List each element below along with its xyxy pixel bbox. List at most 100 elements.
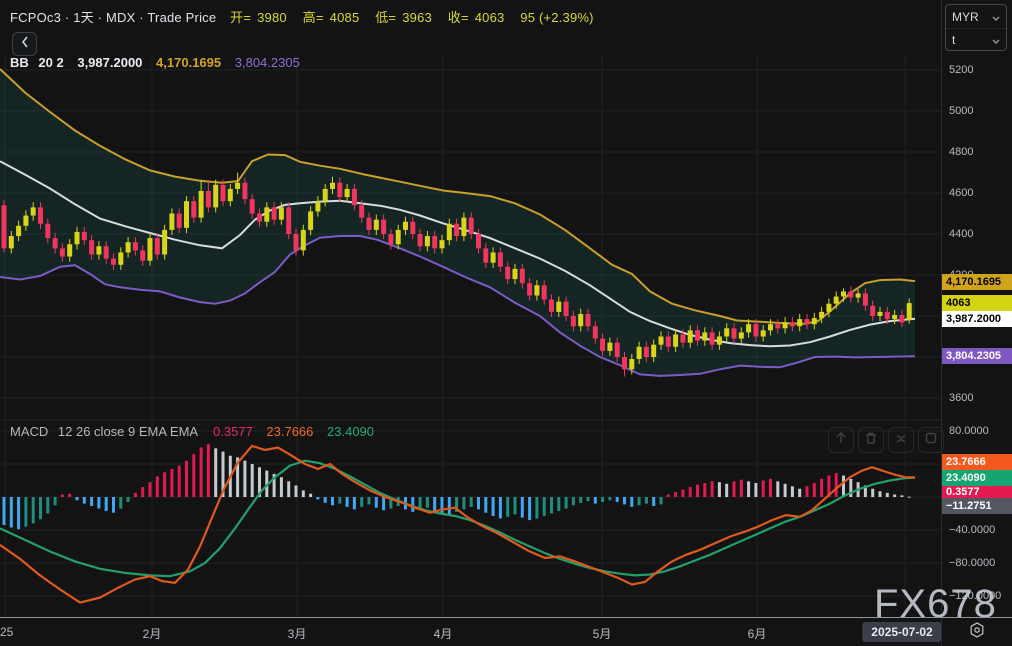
macd-histogram-bar [302, 490, 305, 497]
delete-pane-button[interactable] [858, 427, 884, 453]
candle-body [586, 314, 591, 326]
macd-histogram-bar [3, 497, 6, 525]
candle-body [352, 189, 357, 205]
candle-body [118, 252, 123, 264]
candle-body [454, 224, 459, 236]
candle-body [775, 324, 780, 328]
macd-histogram-bar [346, 497, 349, 507]
candle-body [374, 220, 379, 230]
macd-histogram-bar [499, 497, 502, 518]
price-axis[interactable]: 52005000480046004400420040003800360080.0… [941, 0, 1012, 617]
axis-price-tag: −11.2751 [942, 498, 1012, 514]
candle-body [177, 214, 182, 228]
candle-body [38, 207, 43, 223]
candle-body [403, 222, 408, 230]
time-axis[interactable]: 252月3月4月5月6月2025-07-02 [0, 617, 1012, 646]
candle-body [367, 218, 372, 230]
macd-histogram-bar [645, 497, 648, 504]
bb-indicator-legend[interactable]: BB 20 2 3,987.2000 4,170.1695 3,804.2305 [10, 55, 300, 70]
candle-body [330, 183, 335, 189]
macd-histogram-bar [638, 497, 641, 505]
candle-body [111, 259, 116, 265]
currency-dropdown[interactable]: MYR [946, 5, 1006, 28]
currency-value: MYR [952, 10, 979, 24]
collapse-pane-button[interactable] [888, 427, 914, 453]
candle-body [856, 293, 861, 297]
candle-body [169, 214, 174, 230]
macd-line-value: 23.7666 [266, 424, 313, 439]
move-pane-up-button[interactable] [828, 427, 854, 453]
macd-histogram-bar [243, 461, 246, 497]
candle-body [257, 214, 262, 222]
close-value: 收=4063 [448, 10, 511, 25]
macd-indicator-legend[interactable]: MACD 12 26 close 9 EMA EMA 0.3577 23.766… [10, 424, 374, 439]
candle-body [250, 199, 255, 213]
macd-histogram-bar [871, 489, 874, 497]
macd-histogram-bar [477, 497, 480, 509]
candle-body [885, 312, 890, 319]
macd-histogram-bar [886, 493, 889, 497]
macd-histogram-bar [535, 497, 538, 518]
candle-body [812, 318, 817, 324]
candle-body [191, 201, 196, 217]
candle-body [272, 207, 277, 219]
macd-histogram-bar [170, 469, 173, 497]
candle-body [264, 207, 269, 221]
macd-histogram-bar [39, 497, 42, 519]
trash-icon [864, 431, 878, 450]
macd-histogram-bar [375, 497, 378, 508]
back-button[interactable] [12, 32, 37, 56]
pane-controls [828, 427, 944, 453]
chart-canvas[interactable] [0, 0, 941, 617]
candle-body [23, 216, 28, 226]
axis-settings-corner[interactable] [941, 618, 1012, 646]
candle-body [629, 359, 634, 369]
macd-histogram-bar [725, 484, 728, 497]
macd-histogram-bar [185, 461, 188, 497]
macd-histogram-bar [426, 497, 429, 508]
candle-body [140, 250, 145, 260]
open-value: 开=3980 [230, 10, 293, 25]
macd-histogram-bar [448, 497, 451, 515]
price-tick-label: 4600 [949, 187, 973, 199]
candle-body [841, 291, 846, 296]
macd-histogram-bar [61, 495, 64, 497]
candle-body [491, 252, 496, 262]
macd-histogram-bar [207, 444, 210, 497]
macd-histogram-bar [769, 479, 772, 497]
macd-histogram-bar [579, 497, 582, 503]
candle-body [688, 330, 693, 342]
macd-histogram-bar [784, 484, 787, 497]
candle-body [461, 218, 466, 236]
macd-name: MACD [10, 424, 48, 439]
symbol-title[interactable]: FCPOc3 · 1天 · MDX · Trade Price [10, 10, 216, 25]
candle-body [133, 242, 138, 250]
candle-body [637, 347, 642, 359]
candle-body [469, 218, 474, 234]
hexagon-settings-icon [968, 621, 986, 644]
chevron-left-icon [21, 35, 29, 53]
candle-body [549, 300, 554, 312]
macd-histogram-bar [587, 497, 590, 501]
maximize-pane-button[interactable] [918, 427, 944, 453]
macd-histogram-bar [608, 497, 611, 500]
chart-app: FCPOc3 · 1天 · MDX · Trade Price 开=3980 高… [0, 0, 1012, 646]
macd-histogram-bar [754, 483, 757, 497]
candle-body [783, 322, 788, 328]
macd-histogram-bar [601, 497, 604, 502]
candle-body [805, 319, 810, 324]
candle-body [753, 324, 758, 336]
candle-body [790, 322, 795, 326]
macd-histogram-bar [791, 486, 794, 497]
macd-histogram-bar [105, 497, 108, 511]
candle-body [593, 326, 598, 338]
time-tick-label: 3月 [288, 625, 307, 642]
unit-dropdown[interactable]: t [946, 28, 1006, 51]
candle-body [301, 230, 306, 251]
candle-body [155, 238, 160, 254]
macd-histogram-bar [10, 497, 13, 528]
macd-histogram-bar [251, 464, 254, 497]
macd-histogram-bar [127, 497, 130, 502]
candle-body [67, 244, 72, 256]
bb-lower-value: 3,804.2305 [235, 55, 300, 70]
